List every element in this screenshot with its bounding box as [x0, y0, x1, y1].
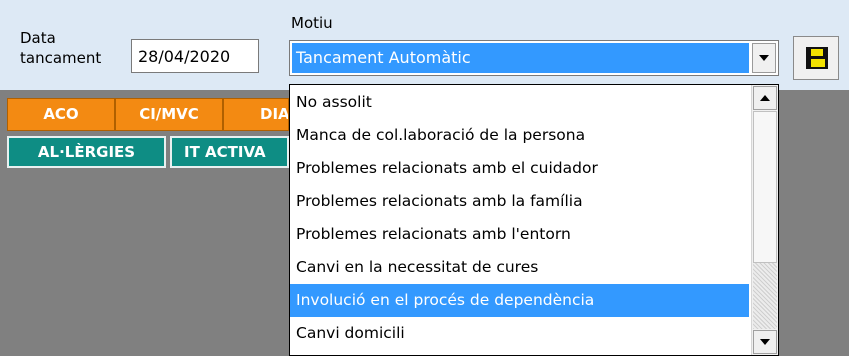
- tab-aco[interactable]: ACO: [7, 98, 115, 131]
- reason-selected-value[interactable]: Tancament Automàtic: [292, 43, 749, 73]
- dropdown-option[interactable]: Canvi domicili: [290, 317, 749, 350]
- dropdown-option[interactable]: Manca de col.laboració de la persona: [290, 119, 749, 152]
- dropdown-option[interactable]: Problemes relacionats amb el cuidador: [290, 152, 749, 185]
- scroll-up-button[interactable]: [753, 86, 777, 110]
- scrollbar-thumb[interactable]: [753, 111, 777, 263]
- reason-dropdown-list[interactable]: No assolit Manca de col.laboració de la …: [289, 84, 779, 356]
- dropdown-option[interactable]: Problemes relacionats amb la família: [290, 185, 749, 218]
- reason-combobox[interactable]: Tancament Automàtic: [289, 40, 779, 76]
- floppy-disk-icon: [806, 47, 828, 69]
- dropdown-scrollbar[interactable]: [751, 85, 778, 355]
- dropdown-option-highlighted[interactable]: Involució en el procés de dependència: [290, 284, 749, 317]
- tab-it-activa[interactable]: IT ACTIVA: [170, 136, 289, 168]
- top-panel: Data tancament Motiu Tancament Automàtic: [0, 0, 849, 90]
- tab-allergies[interactable]: AL·LÈRGIES: [7, 136, 166, 168]
- scroll-up-arrow-icon: [760, 95, 770, 101]
- reason-label: Motiu: [291, 14, 333, 32]
- close-date-input[interactable]: [131, 39, 259, 73]
- tab-ci-mvc[interactable]: CI/MVC: [115, 98, 223, 131]
- dropdown-option[interactable]: No assolit: [290, 86, 749, 119]
- reason-dropdown-button[interactable]: [752, 43, 776, 73]
- tab-dia[interactable]: DIA: [223, 98, 289, 131]
- scroll-down-arrow-icon: [760, 339, 770, 345]
- scrollbar-track[interactable]: [753, 263, 777, 329]
- save-button[interactable]: [793, 36, 839, 80]
- close-date-label: Data tancament: [20, 29, 102, 67]
- scroll-down-button[interactable]: [753, 330, 777, 354]
- chevron-down-icon: [759, 55, 769, 61]
- dropdown-option[interactable]: Problemes relacionats amb l'entorn: [290, 218, 749, 251]
- dropdown-option[interactable]: Canvi en la necessitat de cures: [290, 251, 749, 284]
